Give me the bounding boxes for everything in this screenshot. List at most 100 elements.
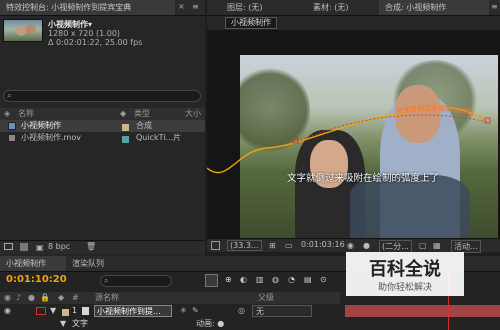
film-icon	[8, 134, 16, 142]
bit-depth-label[interactable]: 8 bpc	[48, 242, 70, 251]
project-thumbnail	[3, 19, 43, 42]
folder-icon[interactable]	[4, 243, 13, 250]
column-size[interactable]: 大小	[185, 108, 201, 120]
expand-arrow-icon[interactable]: ▼	[60, 318, 66, 330]
zoom-dropdown[interactable]: (33.3...	[227, 240, 262, 251]
timeline-column-header: ◉ ♪ ● 🔒 ◆ # 源名称 父级	[0, 292, 340, 304]
lock-icon[interactable]: 🔒	[40, 292, 50, 304]
project-panel: 小视频制作▾ 1280 x 720 (1.00) Δ 0:02:01:22, 2…	[0, 16, 205, 256]
text-layer-icon	[82, 307, 89, 315]
pickwhip-icon[interactable]: ◎	[238, 305, 245, 317]
project-item-duration: Δ 0:02:01:22, 25.00 fps	[48, 38, 143, 47]
draft-3d-icon[interactable]: ⊕	[225, 275, 232, 284]
highlight-box-icon	[36, 307, 46, 315]
frame-blend-icon[interactable]: ▥	[256, 275, 264, 284]
label-swatch	[62, 307, 69, 317]
table-row[interactable]: ◉ ▼ 1 小视频制作到提... ✳ ✎ ◎ 无	[0, 305, 500, 317]
region-icon[interactable]: ▢	[419, 241, 427, 250]
comp-subtab-label: 小视频制作	[231, 18, 271, 27]
layer-duration-bar[interactable]	[345, 305, 500, 317]
watermark-box: 百科全说 助你轻松解决	[346, 252, 464, 296]
tab-composition-label: 合成: 小视频制作	[385, 3, 447, 12]
project-item-resolution: 1280 x 720 (1.00)	[48, 29, 121, 38]
comp-subtab[interactable]: 小视频制作	[225, 17, 277, 29]
comp-flowchart-icon[interactable]	[205, 274, 218, 287]
viewer-tabbar: 图层: (无) 素材: (无) 合成: 小视频制作 ≡	[207, 0, 500, 16]
column-parent[interactable]: 父级	[258, 292, 274, 304]
tab-effect-controls-label: 特效控制台: 小视频制作到提宾宝典	[6, 3, 132, 12]
audio-icon[interactable]: ♪	[16, 292, 21, 304]
pencil-icon[interactable]: ✎	[192, 305, 199, 317]
layer-number: 1	[72, 306, 78, 315]
brainstorm-icon[interactable]: ⊙	[320, 275, 327, 284]
live-update-icon[interactable]: ▤	[304, 275, 312, 284]
tab-render-queue[interactable]: 渲染队列	[72, 258, 104, 269]
project-search-input[interactable]: ⌕	[3, 90, 201, 102]
viewer-footer: (33.3... ⊞ ▭ 0:01:03:16 ◉ ● (二分... ▢ ▦ 活…	[207, 238, 500, 253]
column-source-name[interactable]: 源名称	[95, 292, 119, 304]
panel-menu-icon[interactable]: ≡	[491, 2, 498, 11]
bit-depth-icon[interactable]: ▣	[36, 243, 44, 252]
label-icon: ◆	[120, 109, 127, 118]
preview-icon[interactable]	[211, 241, 220, 250]
effect-controls-tabbar: 特效控制台: 小视频制作到提宾宝典 × ≡	[0, 0, 205, 16]
watermark-subtitle: 助你轻松解决	[377, 283, 432, 293]
list-item[interactable]: 小视频制作.mov QuickTi...片	[0, 132, 205, 144]
eye-icon[interactable]: ◉	[4, 305, 11, 317]
subtitle-text: 文字就倒过来吸附在绘制的弧度上了	[287, 173, 440, 184]
eye-icon[interactable]: ◉	[4, 292, 11, 304]
expand-arrow-icon[interactable]: ▼	[50, 305, 56, 317]
tab-footage[interactable]: 素材: (无)	[313, 2, 348, 13]
comp-subtab-bar: 小视频制作	[207, 16, 500, 30]
label-swatch	[122, 122, 129, 132]
hash-icon: #	[72, 293, 79, 302]
composition-viewer[interactable]: 文字就倒过来吸附在绘制 文字就倒过来吸附在绘制的弧度上了	[207, 30, 500, 245]
safe-zones-icon[interactable]: ⊞	[269, 241, 276, 250]
collapse-transform-icon[interactable]: ✳	[180, 305, 187, 317]
column-name[interactable]: 名称	[18, 108, 34, 120]
parent-dropdown[interactable]: 无	[252, 305, 312, 317]
tag-icon: ◈	[4, 109, 11, 118]
list-item-name: 小视频制作	[21, 121, 61, 130]
label-swatch	[122, 134, 129, 144]
channel-icon[interactable]: ●	[363, 241, 370, 250]
arc-text: 文字就倒过来吸附在绘制	[395, 103, 474, 116]
property-group-label: 文字	[72, 319, 88, 328]
layer-name-label: 小视频制作到提...	[97, 307, 161, 316]
mask-icon[interactable]: ▭	[285, 241, 293, 250]
project-footer: ▣ 8 bpc 🗑	[0, 240, 205, 254]
shy-icon[interactable]: ◐	[240, 275, 247, 284]
animate-button[interactable]: 动画: ●	[196, 318, 224, 330]
close-icon[interactable]: ×	[178, 2, 185, 11]
list-item-name: 小视频制作.mov	[21, 133, 81, 142]
solo-icon[interactable]: ●	[28, 292, 35, 304]
timeline-search-input[interactable]: ⌕	[100, 275, 172, 287]
tab-layer[interactable]: 图层: (无)	[227, 2, 262, 13]
transparency-grid-icon[interactable]: ▦	[433, 241, 441, 250]
trash-icon[interactable]: 🗑	[86, 242, 96, 251]
composition-icon	[8, 122, 16, 130]
tab-timeline-comp[interactable]: 小视频制作	[0, 256, 66, 271]
tab-effect-controls[interactable]: 特效控制台: 小视频制作到提宾宝典	[0, 0, 175, 15]
list-item[interactable]: 小视频制作 合成	[0, 120, 205, 132]
graph-editor-icon[interactable]: ◔	[288, 275, 295, 284]
viewer-timecode[interactable]: 0:01:03:16	[301, 240, 345, 249]
layer-name-field[interactable]: 小视频制作到提...	[94, 305, 172, 317]
list-item-type: QuickTi...片	[136, 133, 182, 142]
panel-menu-icon[interactable]: ≡	[192, 2, 199, 11]
label-icon: ◆	[58, 293, 65, 302]
table-row[interactable]: ▼ 文字 动画: ●	[0, 318, 500, 330]
parent-dropdown-value: 无	[256, 307, 264, 316]
camera-icon[interactable]: ◉	[347, 241, 354, 250]
watermark-title: 百科全说	[369, 259, 441, 280]
timeline-timecode[interactable]: 0:01:10:20	[6, 274, 67, 285]
column-type[interactable]: 类型	[134, 108, 150, 120]
new-comp-icon[interactable]	[20, 243, 28, 251]
search-icon: ⌕	[7, 91, 12, 100]
tab-timeline-comp-label: 小视频制作	[6, 259, 46, 268]
list-item-type: 合成	[136, 121, 152, 130]
motion-blur-icon[interactable]: ◍	[272, 275, 279, 284]
tab-composition[interactable]: 合成: 小视频制作	[379, 0, 489, 15]
project-list-header: ◈ 名称 ◆ 类型 大小	[0, 108, 205, 120]
search-icon: ⌕	[104, 276, 109, 285]
